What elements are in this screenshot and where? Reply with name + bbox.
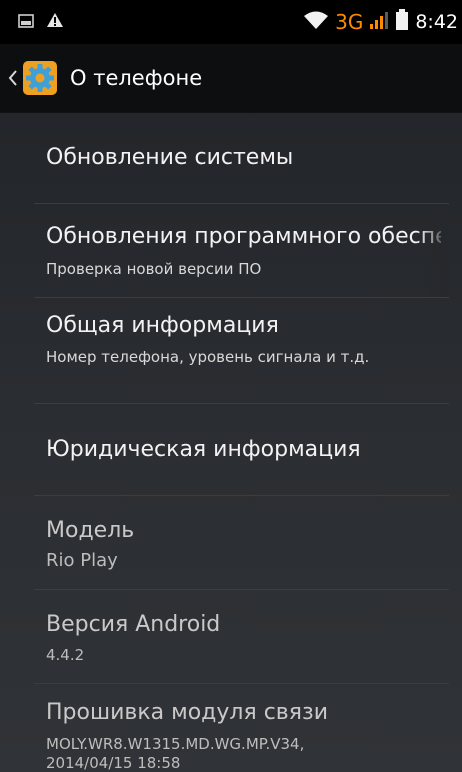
list-item-general-info[interactable]: Общая информация Номер телефона, уровень… xyxy=(34,298,449,404)
list-item-baseband: Прошивка модуля связи MOLY.WR8.W1315.MD.… xyxy=(34,684,449,772)
settings-gear-icon[interactable] xyxy=(22,60,58,96)
wifi-icon xyxy=(303,10,329,34)
item-summary: Rio Play xyxy=(46,550,118,571)
screenshot-icon xyxy=(18,13,34,32)
list-item-system-update[interactable]: Обновление системы xyxy=(34,112,449,204)
text-fade xyxy=(419,204,449,297)
network-type: 3G xyxy=(335,10,364,34)
item-title: Юридическая информация xyxy=(46,437,361,462)
item-title: Обновления программного обеспечения xyxy=(46,224,441,249)
status-bar: 3G 8:42 xyxy=(0,0,462,44)
item-title: Версия Android xyxy=(46,612,221,637)
warning-icon xyxy=(46,12,64,32)
list-item-android-version: Версия Android 4.4.2 xyxy=(34,590,449,684)
item-summary: Проверка новой версии ПО xyxy=(46,260,262,278)
item-title: Обновление системы xyxy=(46,145,294,170)
item-title: Прошивка модуля связи xyxy=(46,700,328,725)
page-title: О телефоне xyxy=(70,66,203,90)
item-title: Общая информация xyxy=(46,313,279,338)
status-bar-left xyxy=(0,12,64,32)
item-title: Модель xyxy=(46,518,135,543)
item-summary: MOLY.WR8.W1315.MD.WG.MP.V34, 2014/04/15 … xyxy=(46,735,305,772)
status-bar-right: 3G 8:42 xyxy=(303,9,462,35)
list-item-legal-info[interactable]: Юридическая информация xyxy=(34,404,449,496)
list-item-model: Модель Rio Play xyxy=(34,496,449,590)
screen: 3G 8:42 О телефоне Обновление системы Об… xyxy=(0,0,462,772)
back-chevron-icon[interactable] xyxy=(6,58,20,98)
list-item-software-update[interactable]: Обновления программного обеспечения Пров… xyxy=(34,204,449,298)
clock: 8:42 xyxy=(415,11,458,33)
settings-list: Обновление системы Обновления программно… xyxy=(0,112,462,772)
signal-icon xyxy=(369,10,389,34)
battery-icon xyxy=(395,9,409,35)
item-summary: 4.4.2 xyxy=(46,646,85,664)
item-summary: Номер телефона, уровень сигнала и т.д. xyxy=(46,348,370,366)
action-bar: О телефоне xyxy=(0,44,462,113)
